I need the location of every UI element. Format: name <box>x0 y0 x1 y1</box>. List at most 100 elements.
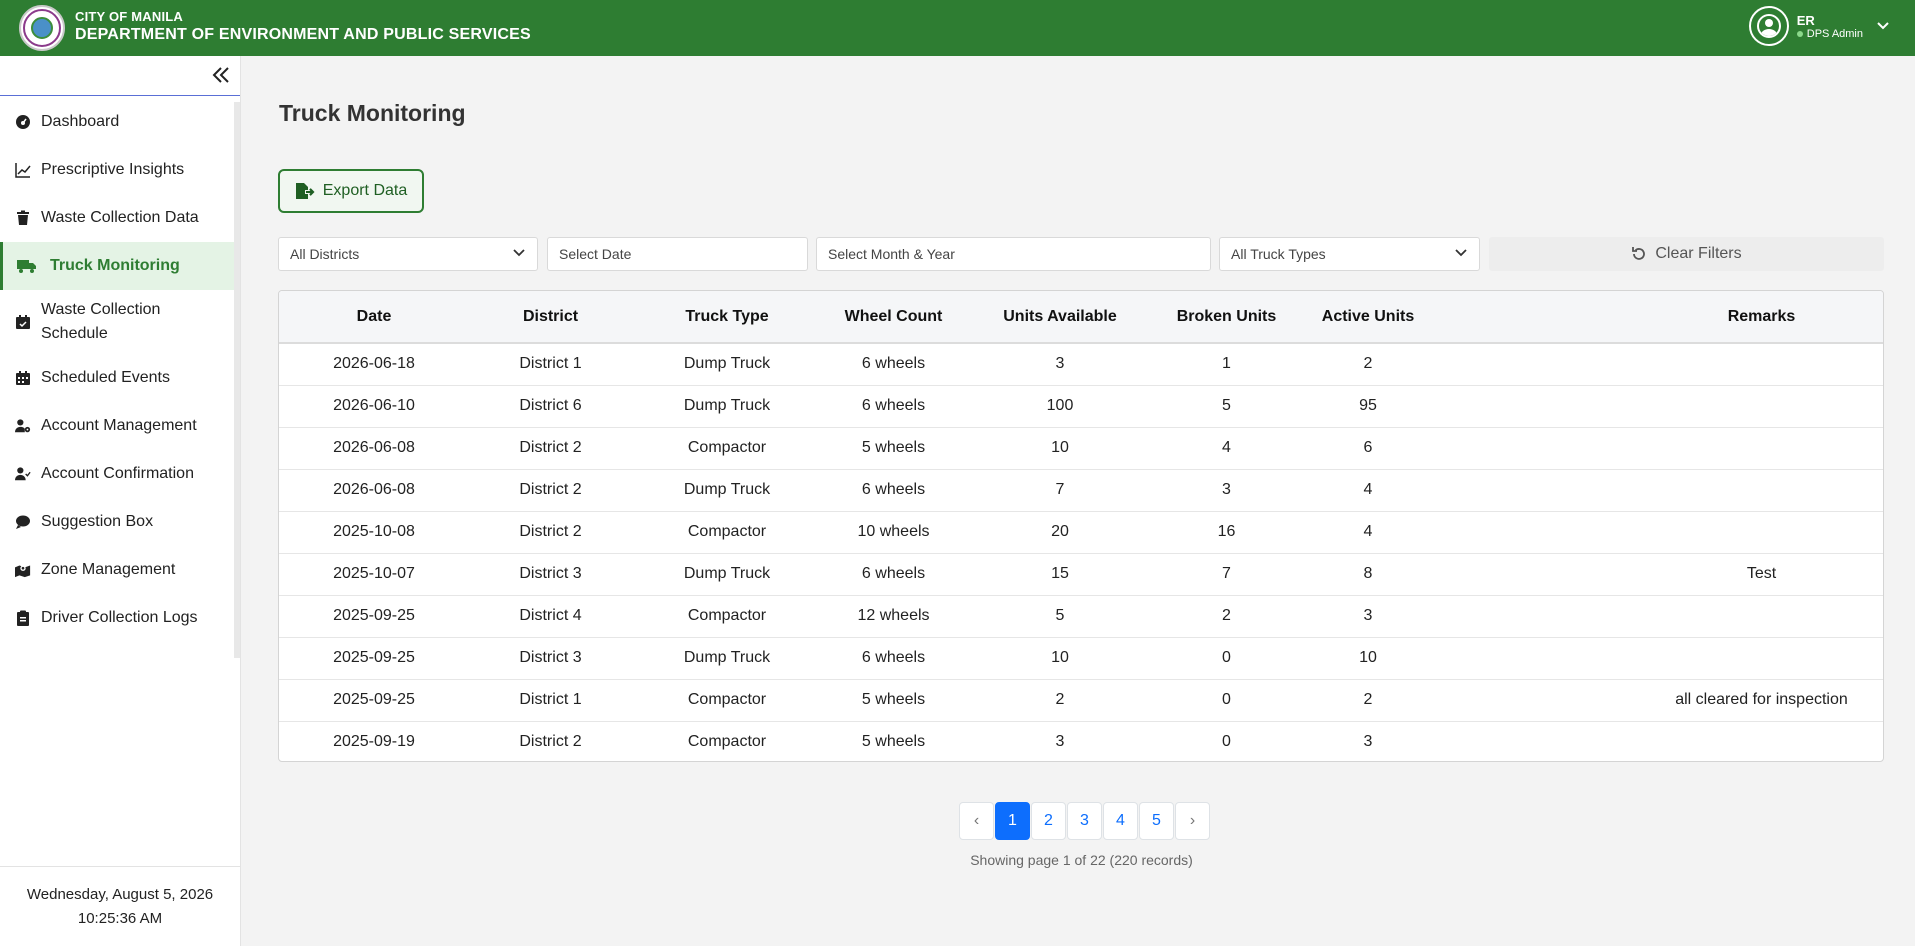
table-row: 2025-09-25 District 4 Compactor 12 wheels 5 2… <box>279 595 1883 637</box>
table-cell: 2 <box>1055 691 1065 708</box>
sidebar-scrollbar[interactable] <box>234 102 240 658</box>
clear-filters-button[interactable]: Clear Filters <box>1489 237 1884 271</box>
sidebar-item-label: Waste Collection Data <box>41 209 199 226</box>
table-cell: Dump Truck <box>683 355 771 373</box>
current-date: Wednesday, August 5, 2026 <box>26 886 214 903</box>
sidebar-item-label: Dashboard <box>41 113 120 130</box>
table-cell: 4 <box>1363 481 1373 498</box>
month-year-input[interactable]: Select Month & Year <box>816 237 1211 271</box>
export-data-label: Export Data <box>322 182 408 199</box>
table-cell: 1 <box>1222 355 1231 373</box>
table-cell: 12 wheels <box>857 607 930 624</box>
calendar-icon <box>16 371 30 385</box>
sidebar-item-driver-collection-logs[interactable]: Driver Collection Logs <box>0 594 240 642</box>
table-cell: 6 <box>1363 439 1373 456</box>
table-cell: 4 <box>1363 523 1373 540</box>
table-cell: 2026-06-08 <box>333 439 415 456</box>
column-header: District <box>522 307 579 325</box>
table-row: 2025-09-19 District 2 Compactor 5 wheels 3 0 3 <box>279 721 1883 761</box>
page-button-5[interactable]: 5 <box>1139 802 1174 840</box>
table-cell <box>1438 721 1883 761</box>
table-cell: 10 <box>1359 649 1377 666</box>
city-name: CITY OF MANILA <box>75 9 183 24</box>
table-cell: 7 <box>1055 481 1065 498</box>
table-row: 2025-09-25 District 1 Compactor 5 wheels 2 0 2… <box>279 679 1883 721</box>
table-cell: 2025-10-08 <box>333 523 415 540</box>
date-input-placeholder: Select Date <box>559 246 632 262</box>
column-header: Active Units <box>1321 307 1415 325</box>
date-input[interactable]: Select Date <box>547 237 808 271</box>
table-cell: 10 <box>1051 439 1069 456</box>
sidebar-item-account-management[interactable]: Account Management <box>0 402 240 450</box>
page-title: Truck Monitoring <box>279 100 466 126</box>
table-cell: 2 <box>1363 691 1373 708</box>
column-header: Truck Type <box>685 307 769 325</box>
sidebar-item-suggestion-box[interactable]: Suggestion Box <box>0 498 240 546</box>
table-cell <box>1438 427 1883 469</box>
clear-filters-label: Clear Filters <box>1655 245 1742 262</box>
table-cell: 5 wheels <box>861 733 926 751</box>
page-button-4[interactable]: 4 <box>1103 802 1138 840</box>
sidebar-item-truck-monitoring[interactable]: Truck Monitoring <box>0 242 240 290</box>
table-cell <box>1438 511 1883 553</box>
user-initials: ER <box>1796 12 1815 28</box>
table-cell: 100 <box>1046 397 1074 414</box>
table-row: 2026-06-18 District 1 Dump Truck 6 wheels 3 1… <box>279 343 1883 385</box>
table-cell: 3 <box>1222 481 1231 498</box>
next-page-button[interactable]: › <box>1175 802 1210 840</box>
table-cell: 2026-06-10 <box>333 397 415 414</box>
table-cell: 6 wheels <box>861 565 926 582</box>
sidebar-item-account-confirmation[interactable]: Account Confirmation <box>0 450 240 498</box>
table-cell: 4 <box>1222 439 1231 456</box>
table-cell: 16 <box>1217 523 1236 540</box>
table-cell: 2025-09-25 <box>333 649 415 666</box>
page-button-3[interactable]: 3 <box>1067 802 1102 840</box>
sidebar-item-label: Truck Monitoring <box>50 257 180 274</box>
sidebar-item-waste-collection-data[interactable]: Waste Collection Data <box>0 194 240 242</box>
sidebar-item-waste-collection-schedule[interactable]: Waste Collection Schedule <box>0 290 240 354</box>
sidebar-nav: Dashboard Prescriptive Insights Waste Co… <box>0 96 240 642</box>
user-menu[interactable]: ER DPS Admin <box>1748 6 1889 46</box>
table-row: 2025-09-25 District 3 Dump Truck 6 wheels 10… <box>279 637 1883 679</box>
sidebar-item-scheduled-events[interactable]: Scheduled Events <box>0 354 240 402</box>
collapse-sidebar-icon[interactable] <box>210 64 232 86</box>
prev-page-button[interactable]: ‹ <box>959 802 994 840</box>
sidebar-item-prescriptive-insights[interactable]: Prescriptive Insights <box>0 146 240 194</box>
column-header: Wheel Count <box>844 307 943 325</box>
export-data-button[interactable]: Export Data <box>278 169 424 213</box>
table-cell: 6 wheels <box>861 481 926 498</box>
comment-icon <box>16 515 30 529</box>
page-button-2[interactable]: 2 <box>1031 802 1066 840</box>
table-cell: 15 <box>1051 565 1069 582</box>
chevron-down-icon <box>513 249 525 257</box>
column-header: Units Available <box>1003 307 1117 325</box>
truck-type-select[interactable]: All Truck Types <box>1219 237 1480 271</box>
table-cell: 0 <box>1222 649 1231 666</box>
table-cell: 3 <box>1055 733 1065 751</box>
column-header: Remarks <box>1727 307 1796 325</box>
table-cell: 2 <box>1222 607 1231 624</box>
city-seal-logo <box>19 5 65 51</box>
sidebar-item-zone-management[interactable]: Zone Management <box>0 546 240 594</box>
table-cell <box>1438 385 1883 427</box>
table-cell: District 1 <box>519 355 582 373</box>
table-cell: Compactor <box>687 439 767 456</box>
truck-table: Date District Truck Type Wheel Count Units A… <box>278 290 1884 762</box>
month-year-input-placeholder: Select Month & Year <box>828 246 955 262</box>
sidebar-collapse-bar <box>0 56 240 96</box>
district-select[interactable]: All Districts <box>278 237 538 271</box>
table-cell: 6 wheels <box>861 649 926 666</box>
table-cell: Compactor <box>687 733 767 751</box>
sidebar-item-dashboard[interactable]: Dashboard <box>0 98 240 146</box>
top-header: CITY OF MANILA DEPARTMENT OF ENVIRONMENT… <box>0 0 1915 56</box>
page-button-1[interactable]: 1 <box>995 802 1030 840</box>
table-cell: 20 <box>1051 523 1069 540</box>
table-cell: District 3 <box>519 649 582 666</box>
table-row: 2026-06-10 District 6 Dump Truck 6 wheels 10… <box>279 385 1883 427</box>
table-cell: 95 <box>1359 397 1377 414</box>
table-cell: 2025-09-19 <box>333 733 415 751</box>
table-cell <box>1438 469 1883 511</box>
table-row: 2026-06-08 District 2 Dump Truck 6 wheels 7 3… <box>279 469 1883 511</box>
sidebar-item-label: Scheduled Events <box>41 369 170 386</box>
table-cell <box>1438 637 1883 679</box>
